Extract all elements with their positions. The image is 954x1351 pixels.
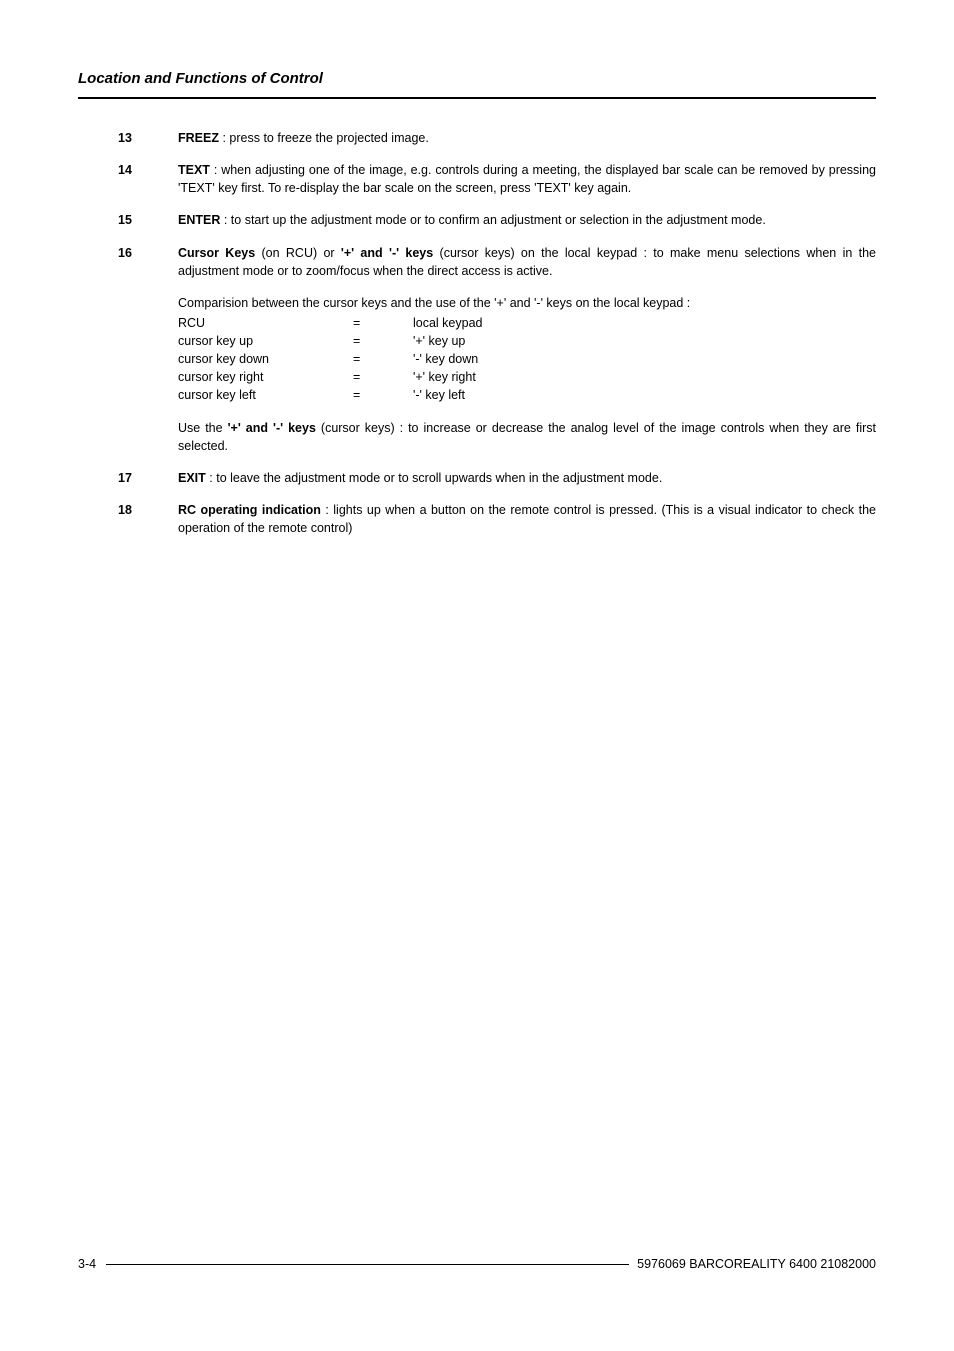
- use-note: Use the '+' and '-' keys (cursor keys) :…: [178, 419, 876, 455]
- cmp-keypad: '+' key up: [413, 332, 876, 350]
- comparison-table: RCU = local keypad cursor key up = '+' k…: [178, 314, 876, 405]
- item-13: 13 FREEZ : press to freeze the projected…: [118, 129, 876, 147]
- item-number: 15: [118, 211, 178, 229]
- cmp-keypad: '+' key right: [413, 368, 876, 386]
- footer-rule: [106, 1264, 629, 1265]
- cmp-keypad: '-' key left: [413, 386, 876, 404]
- item-16: 16 Cursor Keys (on RCU) or '+' and '-' k…: [118, 244, 876, 455]
- item-label: Cursor Keys: [178, 246, 255, 260]
- item-number: 13: [118, 129, 178, 147]
- item-label: TEXT: [178, 163, 210, 177]
- item-body: FREEZ : press to freeze the projected im…: [178, 129, 876, 147]
- cmp-eq: =: [353, 350, 413, 368]
- item-text: : to start up the adjustment mode or to …: [220, 213, 765, 227]
- comparison-row: cursor key right = '+' key right: [178, 368, 876, 386]
- item-number: 18: [118, 501, 178, 537]
- cmp-rcu: cursor key up: [178, 332, 353, 350]
- item-15: 15 ENTER : to start up the adjustment mo…: [118, 211, 876, 229]
- cmp-rcu: RCU: [178, 314, 353, 332]
- item-number: 14: [118, 161, 178, 197]
- cmp-rcu: cursor key left: [178, 386, 353, 404]
- comparison-row: cursor key left = '-' key left: [178, 386, 876, 404]
- comparison-row: cursor key up = '+' key up: [178, 332, 876, 350]
- cmp-rcu: cursor key down: [178, 350, 353, 368]
- item-text: : when adjusting one of the image, e.g. …: [178, 163, 876, 195]
- cmp-eq: =: [353, 332, 413, 350]
- cmp-eq: =: [353, 368, 413, 386]
- cmp-rcu: cursor key right: [178, 368, 353, 386]
- page: Location and Functions of Control 13 FRE…: [0, 0, 954, 1351]
- cmp-eq: =: [353, 314, 413, 332]
- header-rule: [78, 97, 876, 99]
- comparison-row: cursor key down = '-' key down: [178, 350, 876, 368]
- item-body: RC operating indication : lights up when…: [178, 501, 876, 537]
- item-label: ENTER: [178, 213, 220, 227]
- header-title: Location and Functions of Control: [78, 70, 876, 87]
- footer-doc-id: 5976069 BARCOREALITY 6400 21082000: [629, 1257, 876, 1271]
- item-label: FREEZ: [178, 131, 219, 145]
- item-body: EXIT : to leave the adjustment mode or t…: [178, 469, 876, 487]
- item-18: 18 RC operating indication : lights up w…: [118, 501, 876, 537]
- item-body: Cursor Keys (on RCU) or '+' and '-' keys…: [178, 244, 876, 455]
- cmp-keypad: '-' key down: [413, 350, 876, 368]
- footer-page-number: 3-4: [78, 1257, 106, 1271]
- item-14: 14 TEXT : when adjusting one of the imag…: [118, 161, 876, 197]
- cmp-keypad: local keypad: [413, 314, 876, 332]
- item-label2: '+' and '-' keys: [341, 246, 433, 260]
- comparison-intro: Comparision between the cursor keys and …: [178, 294, 876, 312]
- comparison-row: RCU = local keypad: [178, 314, 876, 332]
- item-number: 16: [118, 244, 178, 455]
- item-label: EXIT: [178, 471, 206, 485]
- item-body: TEXT : when adjusting one of the image, …: [178, 161, 876, 197]
- item-number: 17: [118, 469, 178, 487]
- footer: 3-4 5976069 BARCOREALITY 6400 21082000: [78, 1257, 876, 1271]
- item-17: 17 EXIT : to leave the adjustment mode o…: [118, 469, 876, 487]
- items-list: 13 FREEZ : press to freeze the projected…: [118, 129, 876, 537]
- item-label: RC operating indication: [178, 503, 321, 517]
- item-text: : to leave the adjustment mode or to scr…: [206, 471, 663, 485]
- item-text: : press to freeze the projected image.: [219, 131, 429, 145]
- use-label: '+' and '-' keys: [228, 421, 316, 435]
- use-pre: Use the: [178, 421, 228, 435]
- item-body: ENTER : to start up the adjustment mode …: [178, 211, 876, 229]
- cmp-eq: =: [353, 386, 413, 404]
- item-mid: (on RCU) or: [255, 246, 341, 260]
